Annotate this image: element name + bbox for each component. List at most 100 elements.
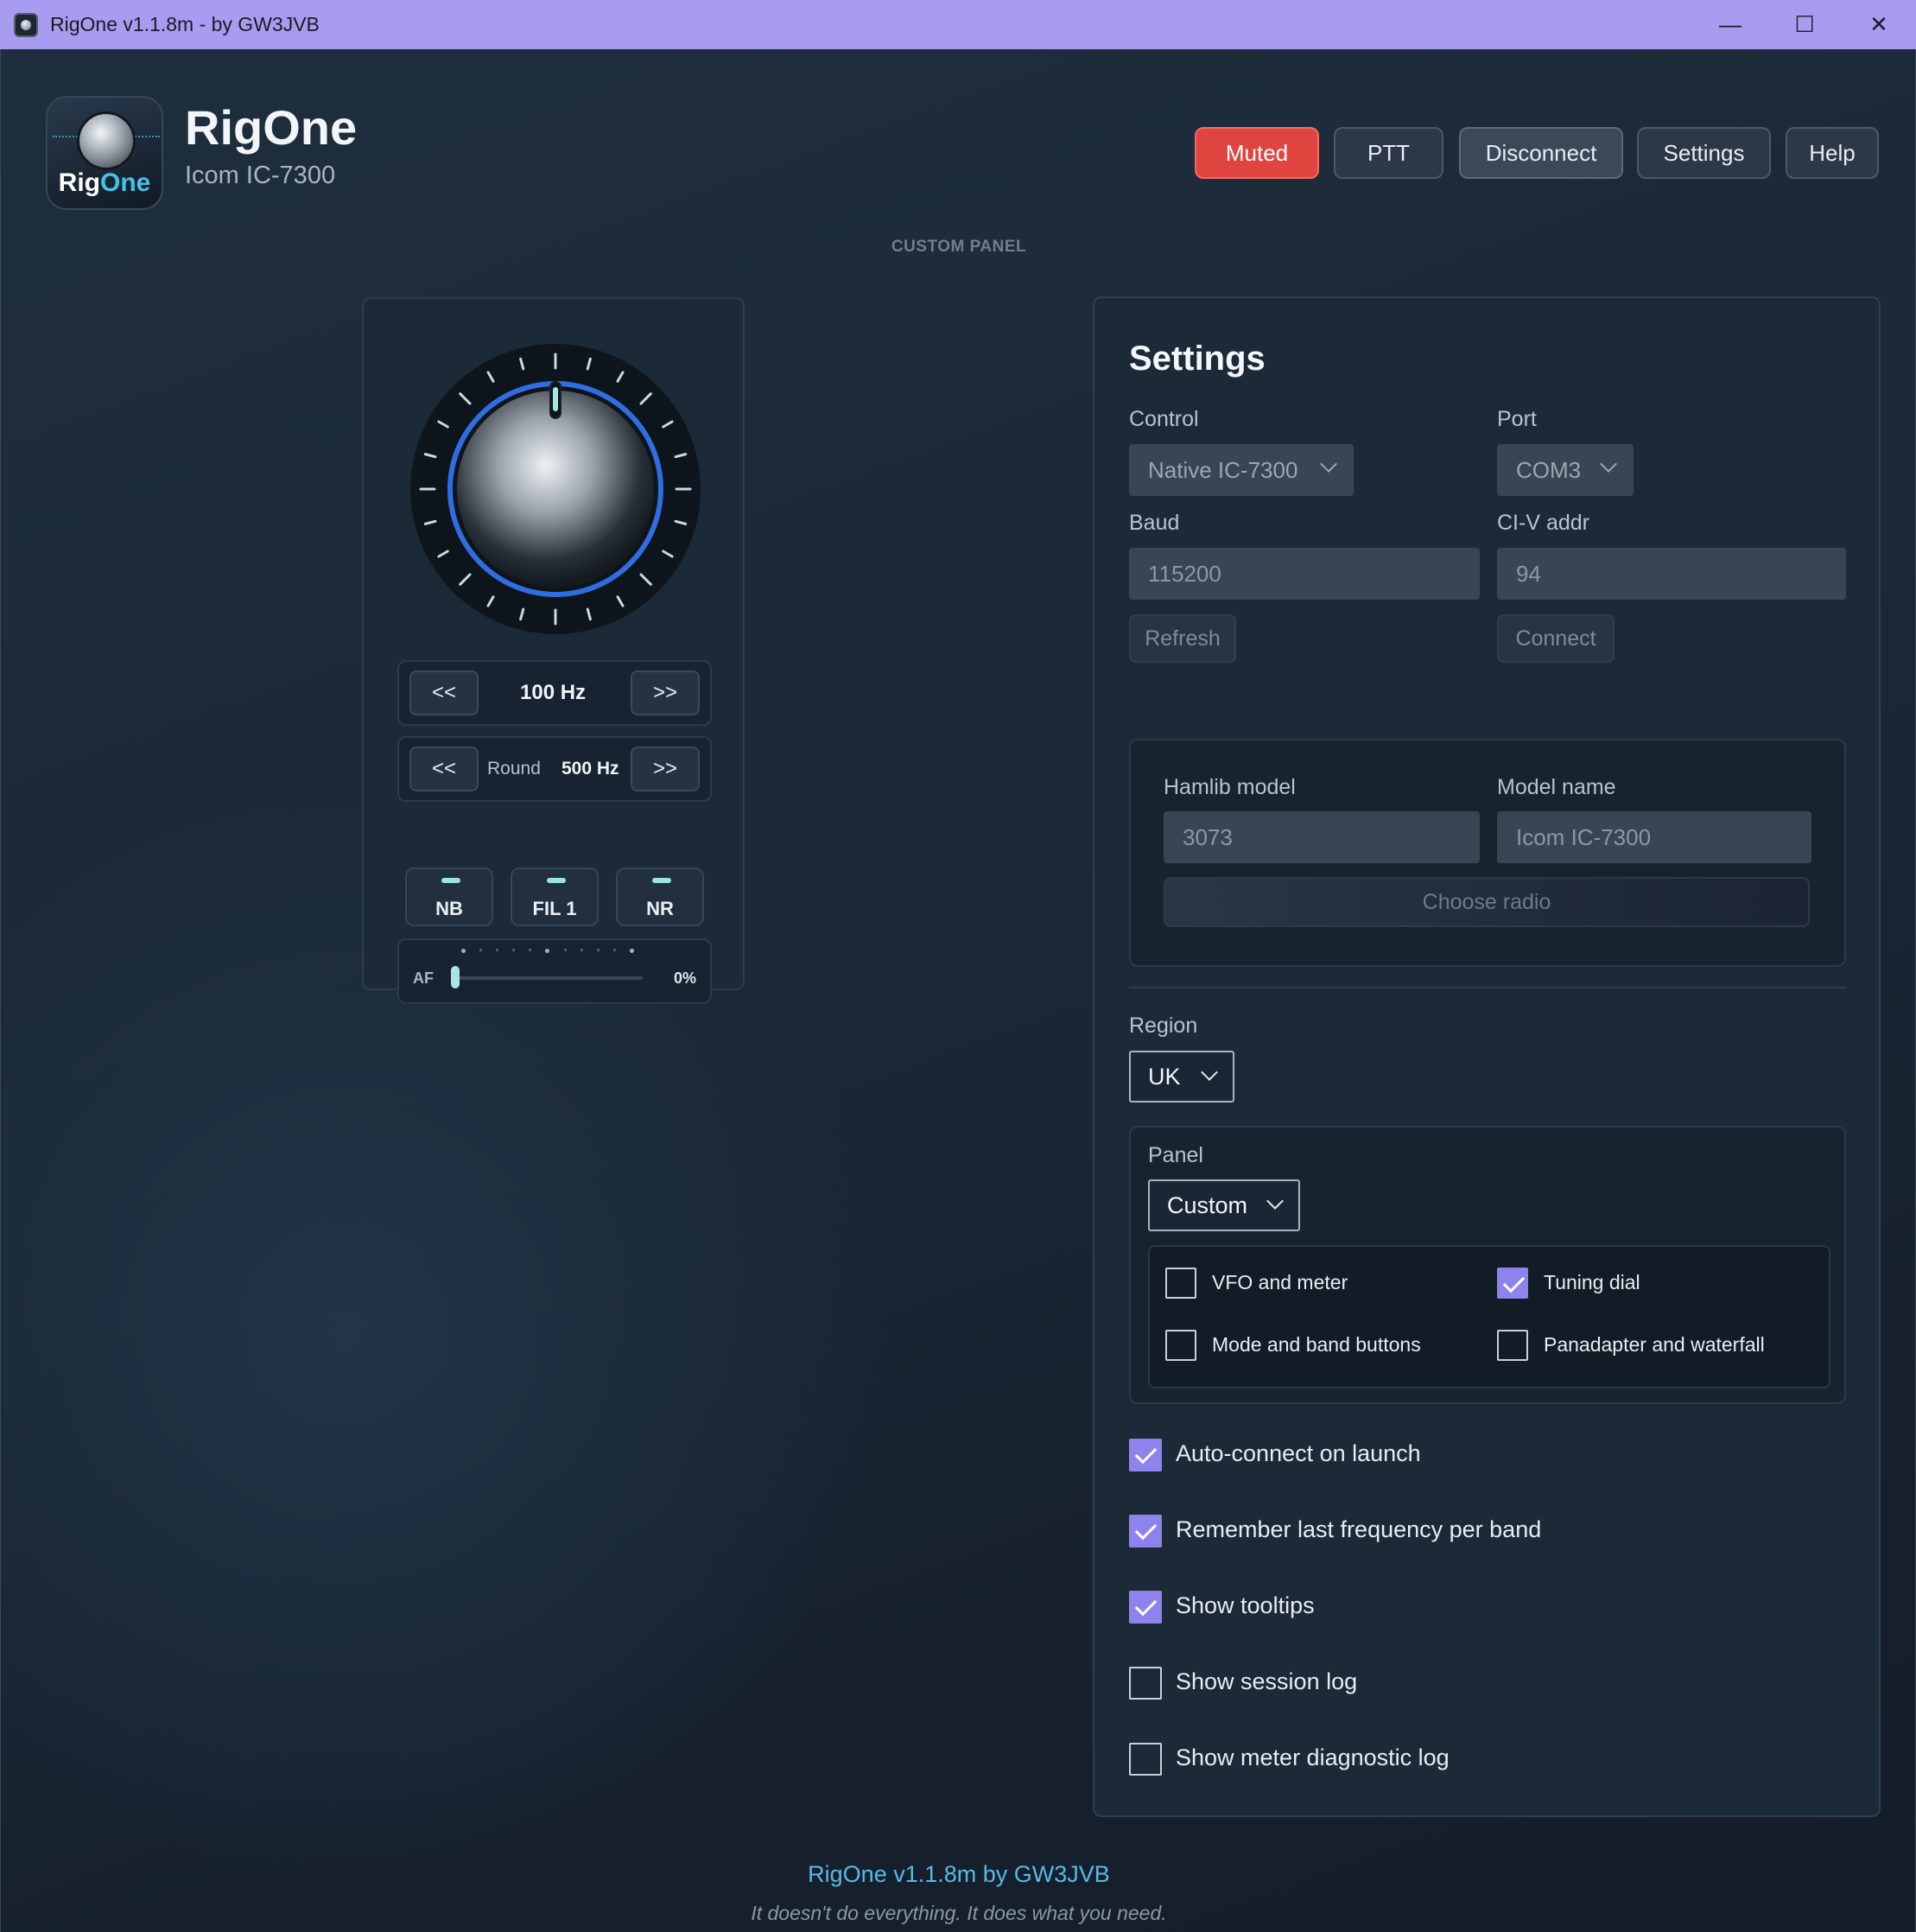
meter-log-checkbox[interactable] xyxy=(1129,1743,1162,1776)
step-row: << 100 Hz >> xyxy=(397,660,712,726)
region-label: Region xyxy=(1129,1014,1198,1038)
af-slider-track[interactable] xyxy=(453,976,643,980)
nr-led-icon xyxy=(652,878,671,883)
hamlib-model-label: Hamlib model xyxy=(1164,775,1296,799)
app-logo: RigOne xyxy=(46,96,163,210)
tooltips-checkbox[interactable] xyxy=(1129,1591,1162,1624)
vfo-meter-label: VFO and meter xyxy=(1212,1271,1348,1293)
nr-toggle[interactable]: NR xyxy=(616,867,704,926)
step-down-button[interactable]: << xyxy=(409,670,479,715)
app-name: RigOne xyxy=(185,100,358,155)
close-button[interactable]: ✕ xyxy=(1842,0,1916,49)
panel-section: Panel Custom VFO and meter Tuning dial M… xyxy=(1129,1126,1846,1404)
mode-band-checkbox[interactable] xyxy=(1165,1330,1196,1361)
nb-label: NB xyxy=(435,898,463,919)
remember-frequency-checkbox[interactable] xyxy=(1129,1515,1162,1548)
connect-button[interactable]: Connect xyxy=(1497,614,1615,663)
model-name-input[interactable]: Icom IC-7300 xyxy=(1497,811,1811,863)
panel-value: Custom xyxy=(1167,1192,1248,1218)
minimize-button[interactable]: — xyxy=(1693,0,1767,49)
af-scale xyxy=(461,949,634,954)
round-up-button[interactable]: >> xyxy=(631,747,700,791)
mode-band-label: Mode and band buttons xyxy=(1212,1333,1421,1356)
help-button[interactable]: Help xyxy=(1786,127,1879,179)
nb-led-icon xyxy=(441,878,460,883)
port-value: COM3 xyxy=(1516,456,1582,483)
title-bar: RigOne v1.1.8m - by GW3JVB — ☐ ✕ xyxy=(0,0,1916,49)
dial-tick xyxy=(437,420,449,429)
disconnect-button[interactable]: Disconnect xyxy=(1459,127,1623,179)
auto-connect-label: Auto-connect on launch xyxy=(1176,1440,1421,1466)
choose-radio-button[interactable]: Choose radio xyxy=(1164,877,1810,927)
remember-frequency-label: Remember last frequency per band xyxy=(1176,1516,1542,1542)
tuning-dial-graphic xyxy=(419,353,692,626)
control-value: Native IC-7300 xyxy=(1148,456,1298,483)
filter-label: FIL 1 xyxy=(532,898,577,919)
knob-icon xyxy=(77,111,136,170)
window-controls: — ☐ ✕ xyxy=(1693,0,1916,49)
dial-tick xyxy=(639,573,652,586)
dial-tick xyxy=(519,357,525,371)
footer-version: RigOne v1.1.8m by GW3JVB xyxy=(808,1861,1110,1887)
settings-panel: Settings Control Native IC-7300 Port COM… xyxy=(1093,296,1881,1817)
round-down-button[interactable]: << xyxy=(409,747,479,791)
dial-tick xyxy=(616,595,625,607)
dial-tick xyxy=(674,453,688,459)
divider xyxy=(1129,987,1846,988)
tuning-dial-label: Tuning dial xyxy=(1544,1271,1640,1293)
app-window: RigOne RigOne Icom IC-7300 Muted PTT Dis… xyxy=(0,49,1916,1932)
filter-toggle[interactable]: FIL 1 xyxy=(511,867,599,926)
control-select[interactable]: Native IC-7300 xyxy=(1129,444,1354,496)
vfo-meter-checkbox[interactable] xyxy=(1165,1268,1196,1299)
hamlib-model-input[interactable]: 3073 xyxy=(1164,811,1480,863)
panel-select[interactable]: Custom xyxy=(1148,1179,1300,1231)
port-label: Port xyxy=(1497,407,1537,431)
chevron-down-icon xyxy=(1320,455,1337,473)
dial-tick xyxy=(459,392,472,405)
af-value: 0% xyxy=(673,969,696,987)
step-up-button[interactable]: >> xyxy=(631,670,700,715)
civ-addr-input[interactable]: 94 xyxy=(1497,548,1846,600)
maximize-button[interactable]: ☐ xyxy=(1767,0,1842,49)
ptt-button[interactable]: PTT xyxy=(1334,127,1443,179)
dial-tick xyxy=(423,453,437,459)
tuning-dial[interactable] xyxy=(410,344,701,634)
dial-tick xyxy=(459,573,472,586)
round-label: Round xyxy=(487,759,541,779)
tuning-dial-checkbox[interactable] xyxy=(1497,1268,1528,1299)
civ-addr-label: CI-V addr xyxy=(1497,511,1589,535)
dial-tick xyxy=(486,595,495,607)
nr-label: NR xyxy=(646,898,674,919)
port-select[interactable]: COM3 xyxy=(1497,444,1634,496)
control-label: Control xyxy=(1129,407,1199,431)
dial-tick xyxy=(423,519,437,525)
panadapter-checkbox[interactable] xyxy=(1497,1330,1528,1361)
nb-toggle[interactable]: NB xyxy=(405,867,493,926)
af-slider-thumb[interactable] xyxy=(451,966,460,988)
refresh-button[interactable]: Refresh xyxy=(1129,614,1236,663)
baud-input[interactable]: 115200 xyxy=(1129,548,1480,600)
settings-title: Settings xyxy=(1129,340,1266,378)
step-value: 100 Hz xyxy=(520,681,587,704)
auto-connect-checkbox[interactable] xyxy=(1129,1439,1162,1471)
panel-options: VFO and meter Tuning dial Mode and band … xyxy=(1148,1245,1830,1389)
meter-log-label: Show meter diagnostic log xyxy=(1176,1745,1450,1770)
region-select[interactable]: UK xyxy=(1129,1051,1234,1103)
footer-tagline: It doesn't do everything. It does what y… xyxy=(751,1902,1167,1924)
muted-button[interactable]: Muted xyxy=(1195,127,1319,179)
chevron-down-icon xyxy=(1201,1064,1218,1081)
session-log-checkbox[interactable] xyxy=(1129,1667,1162,1700)
dial-tick xyxy=(616,371,625,383)
region-value: UK xyxy=(1148,1063,1181,1090)
round-row: << Round 500 Hz >> xyxy=(397,736,712,802)
tooltips-label: Show tooltips xyxy=(1176,1592,1315,1618)
round-value: 500 Hz xyxy=(561,759,619,779)
dial-tick xyxy=(674,519,688,525)
radio-model: Icom IC-7300 xyxy=(185,162,336,189)
logo-text: RigOne xyxy=(58,168,151,197)
dial-tick xyxy=(639,392,652,405)
settings-button[interactable]: Settings xyxy=(1637,127,1771,179)
panel-label: Panel xyxy=(1148,1143,1203,1167)
dial-tick xyxy=(437,550,449,558)
window-title: RigOne v1.1.8m - by GW3JVB xyxy=(50,13,320,35)
